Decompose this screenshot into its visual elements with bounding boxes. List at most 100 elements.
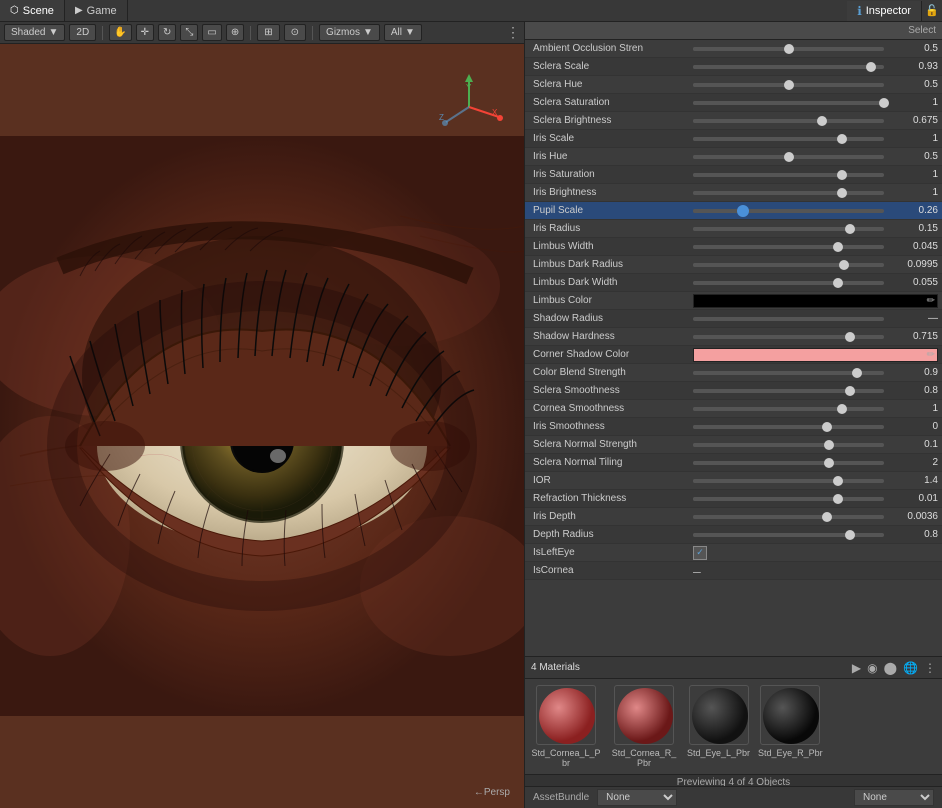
prop-value: 0.055 (888, 277, 938, 288)
slider-area[interactable]: 0.5 (693, 79, 938, 90)
slider-track[interactable] (693, 461, 884, 465)
slider-thumb (784, 80, 794, 90)
slider-area[interactable]: 0.5 (693, 151, 938, 162)
sphere-icon[interactable]: ⬤ (884, 661, 897, 675)
slider-track[interactable] (693, 533, 884, 537)
shading-dropdown[interactable]: Shaded ▼ (4, 24, 65, 41)
tab-game[interactable]: ▶ Game (65, 0, 128, 21)
slider-track[interactable] (693, 155, 884, 159)
play-icon[interactable]: ▶ (852, 661, 861, 675)
slider-area[interactable]: 0 (693, 421, 938, 432)
color-area[interactable]: ✏ (693, 294, 938, 308)
tab-inspector[interactable]: ℹ Inspector (847, 1, 922, 21)
slider-track[interactable] (693, 47, 884, 51)
slider-area[interactable]: 1 (693, 133, 938, 144)
scene-tab-icon: ⬡ (10, 5, 19, 16)
slider-track[interactable] (693, 497, 884, 501)
color-picker-icon[interactable]: ✏ (927, 349, 935, 360)
rect-tool[interactable]: ▭ (202, 24, 221, 41)
scale-tool[interactable]: ⤡ (180, 24, 198, 41)
slider-track[interactable] (693, 83, 884, 87)
color-area[interactable]: ✏ (693, 348, 938, 362)
slider-track[interactable] (693, 335, 884, 339)
slider-area[interactable]: 0.8 (693, 529, 938, 540)
hand-tool[interactable]: ✋ (109, 24, 131, 41)
gizmos-dropdown[interactable]: Gizmos ▼ (319, 24, 380, 41)
slider-track[interactable] (693, 407, 884, 411)
prop-label: Corner Shadow Color (533, 349, 693, 360)
slider-track[interactable] (693, 191, 884, 195)
rotate-tool[interactable]: ↻ (158, 24, 176, 41)
slider-area[interactable]: 0.9 (693, 367, 938, 378)
slider-area[interactable]: 1 (693, 169, 938, 180)
slider-area[interactable]: 0.93 (693, 61, 938, 72)
slider-area[interactable]: 0.15 (693, 223, 938, 234)
circle-icon[interactable]: ◉ (867, 661, 877, 675)
prop-label: Iris Brightness (533, 187, 693, 198)
more-options[interactable]: ⋮ (506, 24, 520, 41)
slider-area[interactable]: 0.26 (693, 205, 938, 216)
prop-label: Iris Scale (533, 133, 693, 144)
slider-track[interactable] (693, 137, 884, 141)
slider-area[interactable]: 0.675 (693, 115, 938, 126)
slider-area[interactable]: 2 (693, 457, 938, 468)
slider-track[interactable] (693, 281, 884, 285)
material-item[interactable]: Std_Cornea_R_Pbr (609, 685, 679, 768)
slider-area[interactable]: 0.1 (693, 439, 938, 450)
slider-area[interactable]: 0.715 (693, 331, 938, 342)
slider-area[interactable]: 0.0036 (693, 511, 938, 522)
slider-track[interactable] (693, 65, 884, 69)
slider-track[interactable] (693, 227, 884, 231)
slider-area[interactable]: 1 (693, 187, 938, 198)
slider-area[interactable]: 0.055 (693, 277, 938, 288)
dash-value: — (888, 313, 938, 324)
color-swatch[interactable]: ✏ (693, 294, 938, 308)
slider-thumb (852, 368, 862, 378)
globe-icon[interactable]: 🌐 (903, 661, 918, 675)
prop-label: Sclera Normal Strength (533, 439, 693, 450)
asset-bundle-variant-select[interactable]: None (854, 789, 934, 806)
slider-track[interactable] (693, 425, 884, 429)
lock-icon[interactable]: 🔓 (925, 4, 939, 17)
slider-track[interactable] (693, 389, 884, 393)
slider-area[interactable]: 0.5 (693, 43, 938, 54)
move-tool[interactable]: ✛ (136, 24, 154, 41)
slider-track[interactable] (693, 119, 884, 123)
slider-track[interactable] (693, 443, 884, 447)
slider-area[interactable]: 0.01 (693, 493, 938, 504)
all-dropdown[interactable]: All ▼ (384, 24, 422, 41)
slider-area[interactable]: 1 (693, 403, 938, 414)
material-item[interactable]: Std_Eye_L_Pbr (687, 685, 750, 758)
slider-area[interactable]: 1.4 (693, 475, 938, 486)
material-item[interactable]: Std_Cornea_L_Pbr (531, 685, 601, 768)
material-thumbnail (614, 685, 674, 745)
checkbox[interactable]: ✓ (693, 546, 707, 560)
mode-button[interactable]: 2D (69, 24, 96, 41)
slider-track[interactable] (693, 479, 884, 483)
properties-list[interactable]: Ambient Occlusion Stren0.5Sclera Scale0.… (525, 40, 942, 656)
color-picker-icon[interactable]: ✏ (927, 295, 935, 306)
slider-track[interactable] (693, 515, 884, 519)
slider-area[interactable]: 0.045 (693, 241, 938, 252)
transform-tool[interactable]: ⊕ (226, 24, 244, 41)
material-item[interactable]: Std_Eye_R_Pbr (758, 685, 823, 758)
slider-track[interactable] (693, 263, 884, 267)
materials-content: Std_Cornea_L_PbrStd_Cornea_R_PbrStd_Eye_… (525, 679, 942, 774)
prop-row: Limbus Dark Radius0.0995 (525, 256, 942, 274)
more-icon[interactable]: ⋮ (924, 661, 936, 675)
tab-scene[interactable]: ⬡ Scene (0, 0, 65, 21)
slider-track[interactable] (693, 101, 884, 105)
slider-track[interactable] (693, 173, 884, 177)
slider-track[interactable] (693, 245, 884, 249)
asset-bundle-select[interactable]: None (597, 789, 677, 806)
global-toggle[interactable]: ⊙ (284, 24, 306, 41)
checkbox-area[interactable]: ✓ (693, 546, 707, 560)
pivot-toggle[interactable]: ⊞ (257, 24, 279, 41)
slider-area[interactable]: 1 (693, 97, 938, 108)
slider-area[interactable]: 0.0995 (693, 259, 938, 270)
slider-track[interactable] (693, 371, 884, 375)
color-swatch[interactable]: ✏ (693, 348, 938, 362)
slider-track[interactable] (693, 209, 884, 213)
slider-area[interactable]: 0.8 (693, 385, 938, 396)
prop-row: Cornea Smoothness1 (525, 400, 942, 418)
